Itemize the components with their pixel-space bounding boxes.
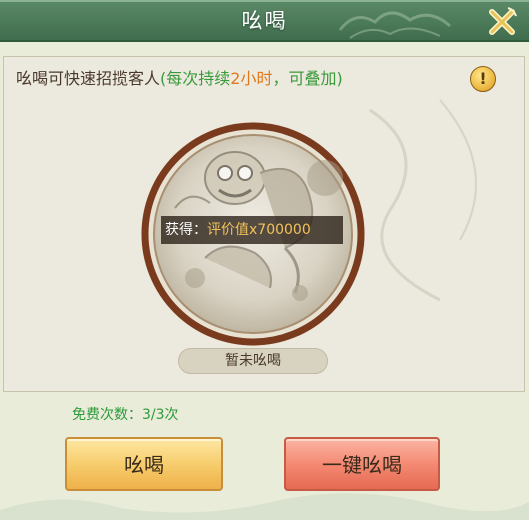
info-icon[interactable]: ! (470, 66, 496, 92)
reward-label: 获得： (165, 222, 207, 238)
status-badge: 暂未吆喝 (178, 348, 328, 374)
mist-decoration (0, 493, 529, 520)
close-icon (489, 7, 517, 35)
reward-value: 评价值x700000 (207, 222, 311, 238)
description-duration: 2小时 (230, 69, 273, 88)
description-note-suffix: ，可叠加) (272, 69, 343, 88)
title-bar: 吆喝 (0, 0, 529, 42)
close-button[interactable] (484, 4, 520, 40)
free-count-label: 免费次数：3/3次 (72, 407, 179, 423)
reward-banner: 获得：评价值x700000 (161, 216, 343, 244)
window-title: 吆喝 (241, 9, 288, 33)
description-note-prefix: (每次持续 (160, 69, 231, 88)
description-main: 吆喝可快速招揽客人 (16, 69, 161, 88)
description-text: 吆喝可快速招揽客人(每次持续2小时，可叠加) (16, 64, 343, 94)
ink-texture (369, 99, 477, 302)
